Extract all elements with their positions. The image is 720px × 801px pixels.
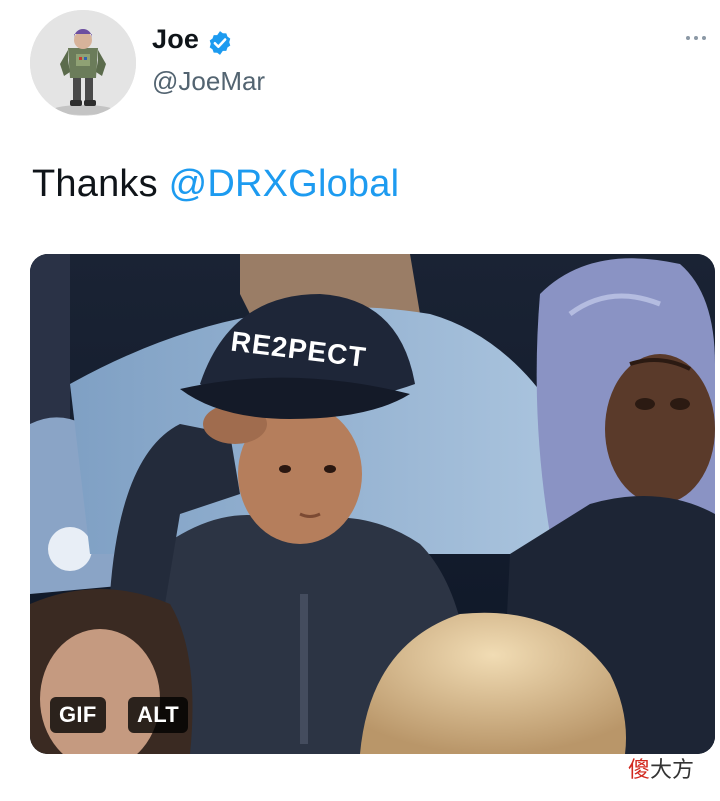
- user-handle[interactable]: @JoeMar: [152, 66, 265, 97]
- gif-media[interactable]: RE2PECT GIF ALT: [30, 254, 715, 754]
- display-name[interactable]: Joe: [152, 24, 199, 55]
- tweet-text: Thanks @DRXGlobal: [32, 163, 399, 206]
- watermark-rest: 大方: [650, 758, 695, 783]
- watermark-accent: 傻: [628, 758, 651, 783]
- gif-frame-image: RE2PECT: [30, 254, 715, 754]
- gif-badge: GIF: [50, 697, 106, 733]
- avatar[interactable]: [30, 10, 136, 116]
- more-options-icon[interactable]: [680, 30, 712, 46]
- tweet-text-prefix: Thanks: [32, 163, 169, 205]
- mention-link[interactable]: @DRXGlobal: [169, 163, 400, 205]
- more-dot: [702, 36, 706, 40]
- verified-badge-icon: [209, 31, 231, 55]
- more-dot: [686, 36, 690, 40]
- alt-badge[interactable]: ALT: [128, 697, 189, 733]
- site-watermark: 傻大方: [628, 752, 694, 784]
- more-dot: [694, 36, 698, 40]
- figure-avatar-icon: [30, 10, 136, 116]
